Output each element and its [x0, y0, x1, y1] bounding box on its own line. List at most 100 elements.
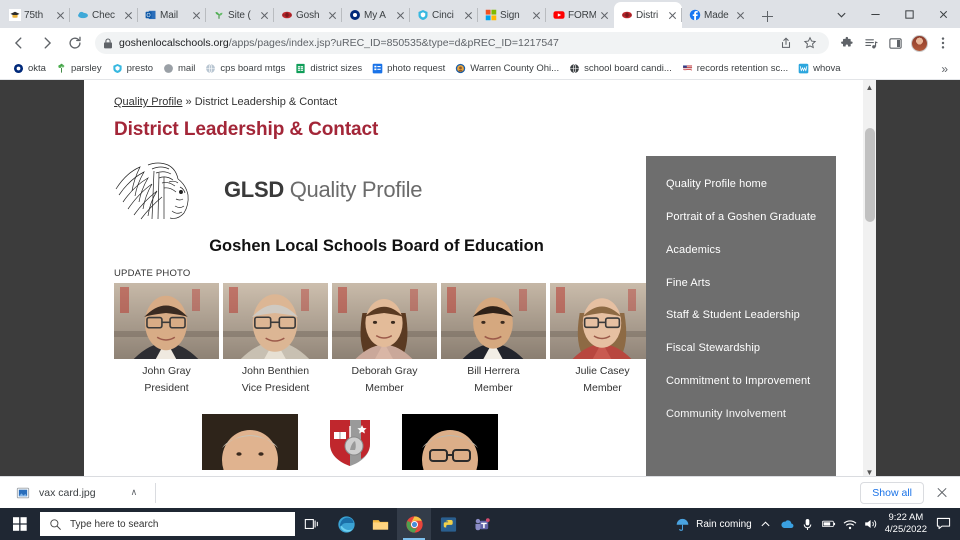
taskbar-search-box[interactable]: Type here to search: [40, 512, 295, 536]
file-explorer-icon[interactable]: [363, 508, 397, 540]
task-view-icon[interactable]: [295, 508, 329, 540]
goshen-favicon: [622, 11, 632, 19]
bookmark-item[interactable]: presto: [107, 61, 158, 76]
member-photo[interactable]: [223, 283, 328, 359]
staff-photo[interactable]: [202, 413, 298, 470]
back-button[interactable]: [6, 30, 32, 56]
sidenav-item[interactable]: Portrait of a Goshen Graduate: [646, 201, 836, 234]
close-tab-icon[interactable]: [463, 10, 474, 21]
bookmark-item[interactable]: district sizes: [290, 61, 367, 76]
browser-tab[interactable]: FORM: [545, 2, 614, 28]
close-tab-icon[interactable]: [259, 10, 270, 21]
wifi-icon[interactable]: [843, 517, 857, 531]
share-icon[interactable]: [775, 32, 797, 54]
bookmark-item[interactable]: parsley: [51, 61, 107, 76]
volume-icon[interactable]: [864, 517, 878, 531]
bookmark-item[interactable]: photo request: [367, 61, 450, 76]
bookmark-item[interactable]: records retention sc...: [677, 61, 793, 76]
reload-button[interactable]: [62, 30, 88, 56]
bookmark-item[interactable]: mail: [158, 61, 200, 76]
minimize-button[interactable]: [858, 0, 892, 28]
notification-icon[interactable]: [936, 516, 952, 532]
search-placeholder-text: Type here to search: [70, 518, 159, 530]
sidenav-item[interactable]: Community Involvement: [646, 398, 836, 431]
goshen-crest-icon: [330, 419, 370, 466]
browser-tab[interactable]: Site (: [205, 2, 274, 28]
sidenav-item[interactable]: Fine Arts: [646, 267, 836, 300]
download-item[interactable]: vax card.jpg ∧: [10, 483, 143, 503]
update-photo-link[interactable]: UPDATE PHOTO: [114, 268, 649, 279]
taskbar-clock[interactable]: 9:22 AM 4/25/2022: [885, 512, 927, 536]
browser-tab[interactable]: Made: [681, 2, 750, 28]
second-photo-row: [114, 413, 649, 470]
sidenav-item[interactable]: Commitment to Improvement: [646, 365, 836, 398]
show-all-downloads-button[interactable]: Show all: [860, 481, 924, 504]
download-menu-caret[interactable]: ∧: [131, 487, 138, 498]
svg-text:O: O: [147, 13, 151, 19]
member-photo[interactable]: [441, 283, 546, 359]
page-scrollbar-track[interactable]: ▲ ▼: [863, 80, 876, 480]
bookmark-item[interactable]: Warren County Ohi...: [450, 61, 564, 76]
browser-tab[interactable]: 75th: [2, 2, 70, 28]
sidenav-item[interactable]: Fiscal Stewardship: [646, 332, 836, 365]
forward-button[interactable]: [34, 30, 60, 56]
tab-search-button[interactable]: [824, 0, 858, 28]
member-role: Vice President: [241, 382, 310, 395]
microphone-icon[interactable]: [801, 517, 815, 531]
close-tab-icon[interactable]: [735, 10, 746, 21]
member-photo[interactable]: [332, 283, 437, 359]
media-control-icon[interactable]: [860, 32, 882, 54]
member-photo[interactable]: [114, 283, 219, 359]
chrome-menu-icon[interactable]: [932, 32, 954, 54]
browser-tab[interactable]: O Mail: [137, 2, 206, 28]
close-tab-icon[interactable]: [531, 10, 542, 21]
onedrive-icon[interactable]: [780, 517, 794, 531]
extensions-puzzle-icon[interactable]: [836, 32, 858, 54]
teams-icon[interactable]: [465, 508, 499, 540]
sidenav-item[interactable]: Staff & Student Leadership: [646, 299, 836, 332]
show-hidden-icons-caret[interactable]: [759, 517, 773, 531]
address-bar[interactable]: goshenlocalschools.org/apps/pages/index.…: [95, 32, 829, 54]
browser-tab[interactable]: Sign: [477, 2, 546, 28]
edge-icon[interactable]: [329, 508, 363, 540]
bookmark-item[interactable]: okta: [8, 61, 51, 76]
sidenav-item[interactable]: Academics: [646, 234, 836, 267]
bookmark-star-icon[interactable]: [799, 32, 821, 54]
breadcrumb-parent-link[interactable]: Quality Profile: [114, 96, 182, 108]
bookmark-item[interactable]: cps board mtgs: [200, 61, 290, 76]
close-window-button[interactable]: [926, 0, 960, 28]
web-page: Quality Profile » District Leadership & …: [84, 80, 876, 480]
member-photo[interactable]: [550, 283, 655, 359]
staff-portrait-image: [202, 413, 298, 470]
close-tab-icon[interactable]: [599, 10, 610, 21]
battery-icon[interactable]: [821, 517, 836, 531]
browser-tab[interactable]: Distri: [614, 2, 682, 28]
profile-avatar[interactable]: [908, 32, 930, 54]
close-tab-icon[interactable]: [667, 10, 678, 21]
close-tab-icon[interactable]: [395, 10, 406, 21]
close-tab-icon[interactable]: [123, 10, 134, 21]
chrome-icon[interactable]: [397, 508, 431, 540]
close-tab-icon[interactable]: [191, 10, 202, 21]
sidenav-item[interactable]: Quality Profile home: [646, 168, 836, 201]
browser-tab[interactable]: My A: [341, 2, 410, 28]
page-scrollbar-thumb[interactable]: [865, 128, 875, 222]
scroll-up-arrow[interactable]: ▲: [865, 83, 874, 92]
bookmarks-overflow-button[interactable]: »: [937, 62, 952, 76]
close-shelf-button[interactable]: [934, 485, 950, 501]
start-button[interactable]: [0, 508, 40, 540]
weather-widget[interactable]: Rain coming: [675, 517, 752, 532]
staff-photo[interactable]: [402, 413, 498, 470]
browser-tab[interactable]: Gosh: [273, 2, 342, 28]
logo-text: GLSD Quality Profile: [224, 177, 422, 203]
bookmark-item[interactable]: whova: [793, 61, 845, 76]
python-idle-icon[interactable]: [431, 508, 465, 540]
new-tab-button[interactable]: [755, 4, 779, 28]
bookmark-item[interactable]: school board candi...: [564, 61, 677, 76]
side-panel-icon[interactable]: [884, 32, 906, 54]
browser-tab[interactable]: Cinci: [409, 2, 478, 28]
browser-tab[interactable]: Chec: [69, 2, 138, 28]
close-tab-icon[interactable]: [55, 10, 66, 21]
close-tab-icon[interactable]: [327, 10, 338, 21]
maximize-button[interactable]: [892, 0, 926, 28]
